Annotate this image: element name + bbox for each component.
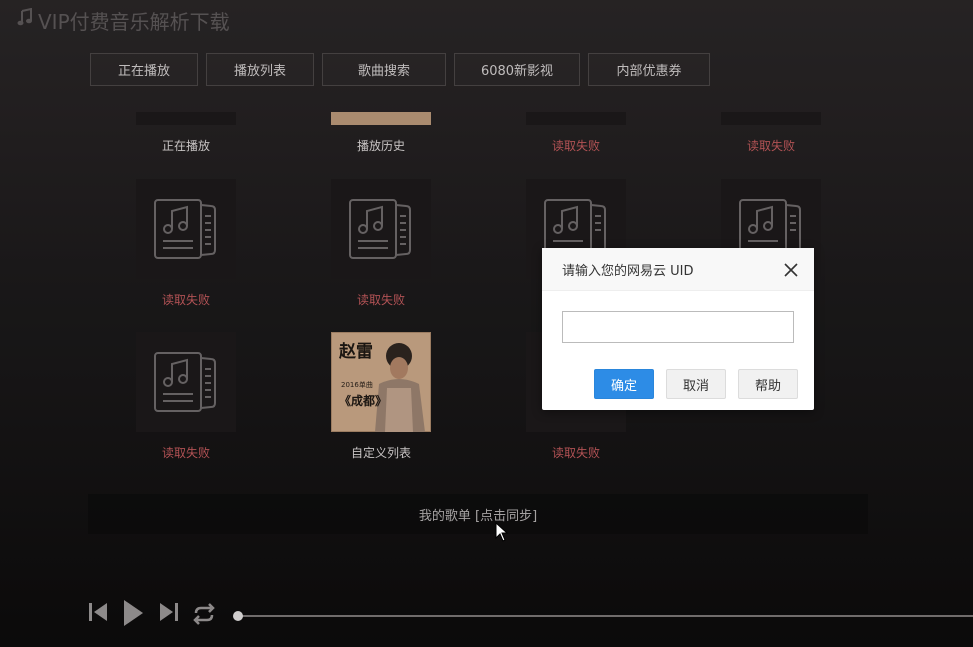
uid-input[interactable]	[562, 311, 794, 343]
cancel-button[interactable]: 取消	[666, 369, 726, 399]
dialog-title: 请输入您的网易云 UID	[562, 263, 694, 279]
mouse-cursor-icon	[495, 521, 509, 546]
uid-dialog: 请输入您的网易云 UID 确定 取消 帮助	[542, 248, 814, 410]
dialog-header: 请输入您的网易云 UID	[542, 248, 814, 291]
help-button[interactable]: 帮助	[738, 369, 798, 399]
close-icon[interactable]	[784, 262, 798, 277]
modal-overlay	[0, 0, 973, 647]
confirm-button[interactable]: 确定	[594, 369, 654, 399]
